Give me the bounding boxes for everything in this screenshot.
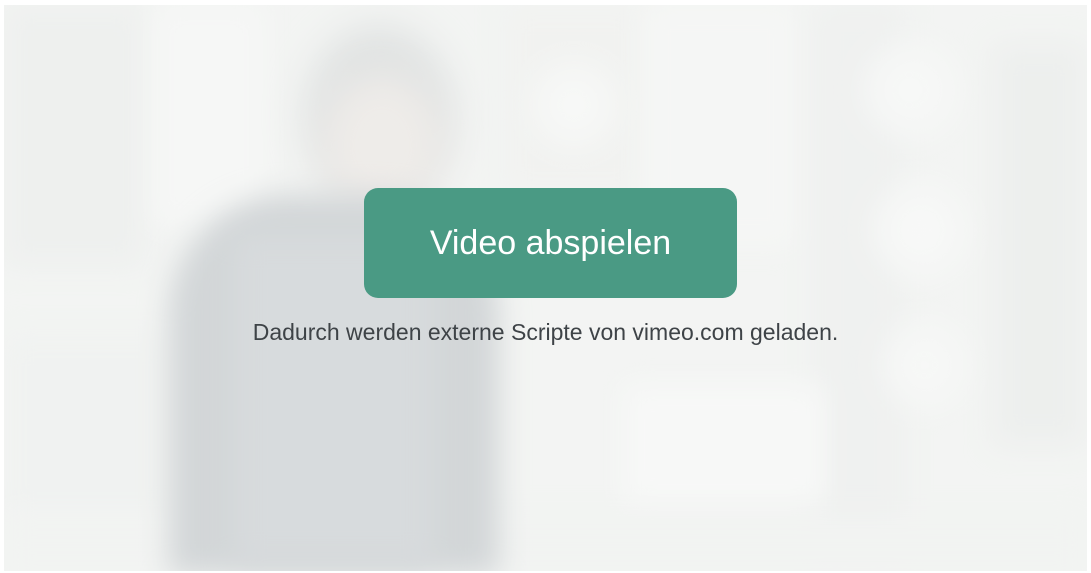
consent-overlay: Video abspielen Dadurch werden externe S… [4,5,1087,571]
play-video-button[interactable]: Video abspielen [364,188,737,298]
external-scripts-notice: Dadurch werden externe Scripte von vimeo… [252,319,839,345]
video-placeholder: Video abspielen Dadurch werden externe S… [4,5,1087,571]
